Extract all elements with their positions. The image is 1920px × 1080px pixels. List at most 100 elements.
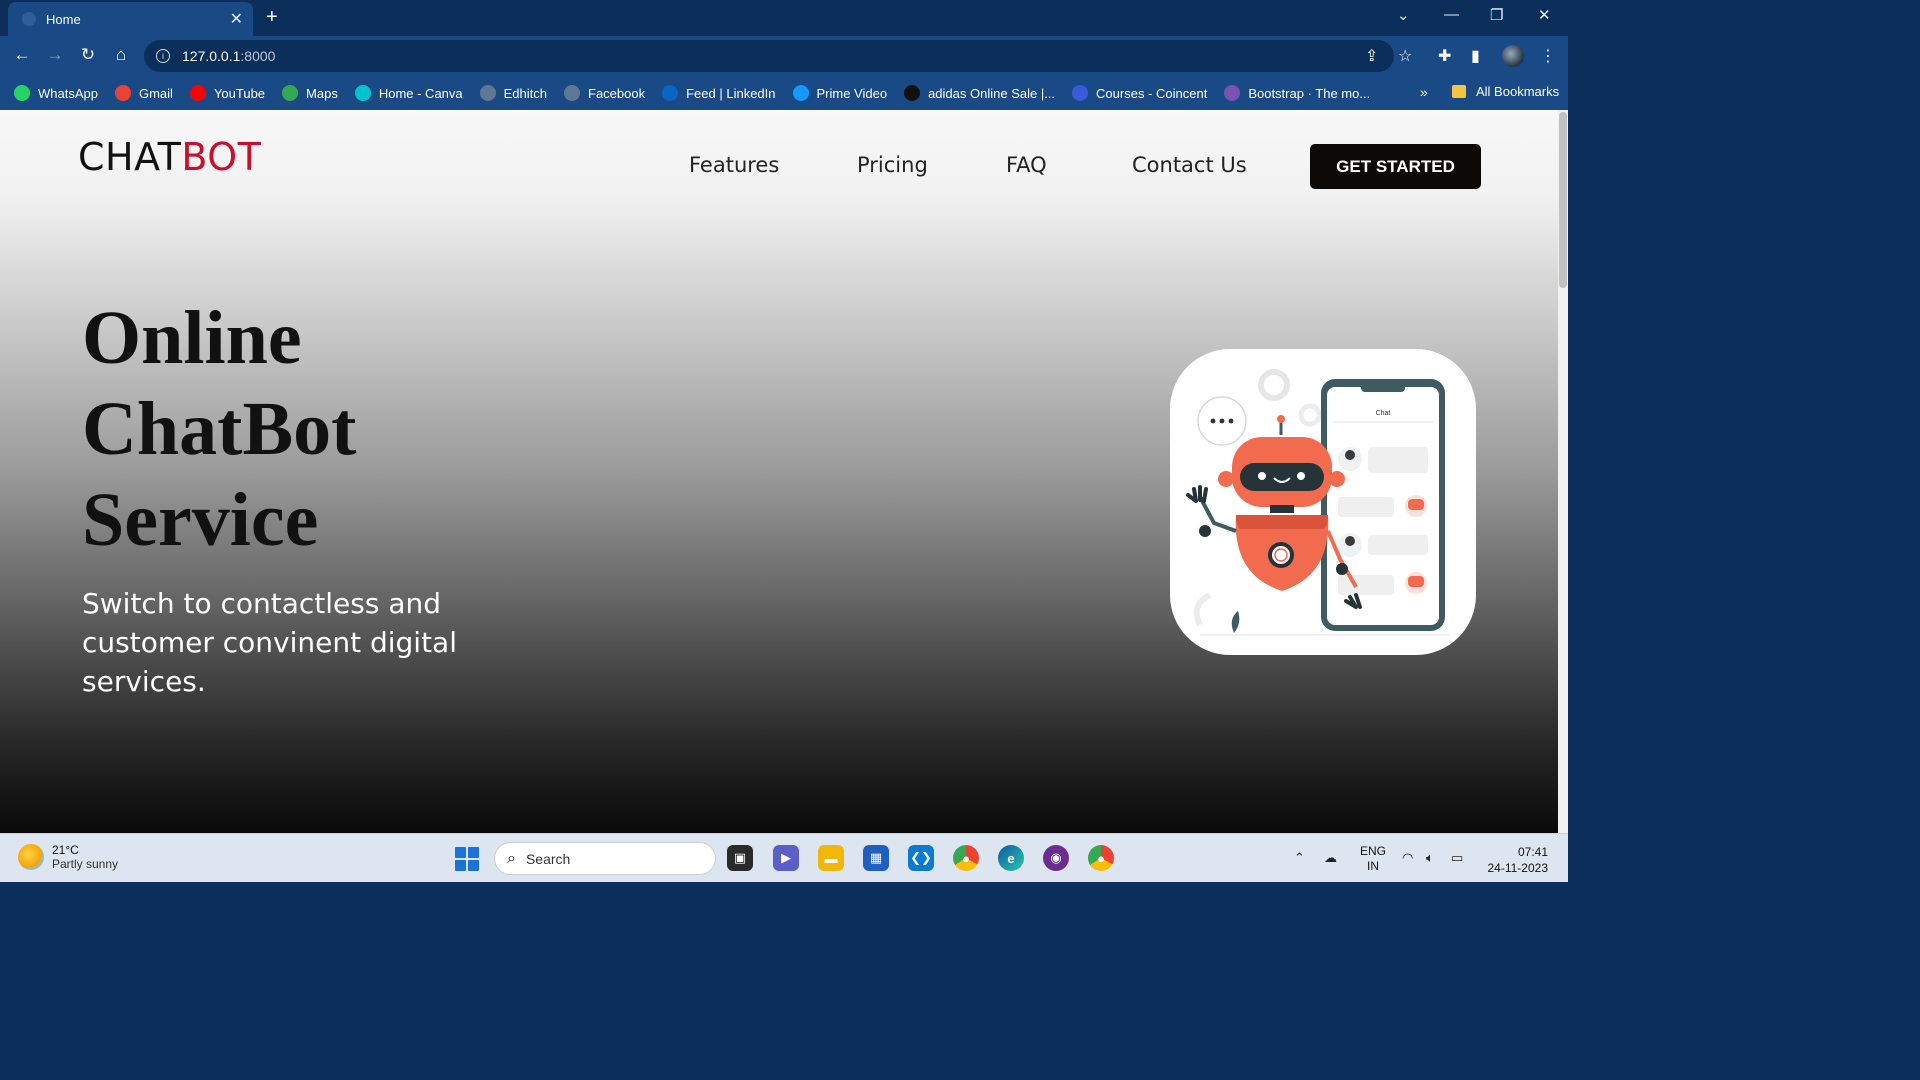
illustration-chat-label: Chat: [1376, 410, 1391, 417]
site-logo[interactable]: CHATBOT: [78, 135, 261, 179]
bookmark-item[interactable]: Prime Video: [792, 85, 888, 101]
weather-widget[interactable]: 21°C Partly sunny: [18, 843, 118, 871]
share-icon[interactable]: ⇪: [1365, 46, 1378, 66]
edge-icon[interactable]: e: [998, 845, 1024, 871]
bookmark-label: YouTube: [213, 85, 266, 101]
reload-icon[interactable]: ↻: [77, 45, 99, 65]
forward-icon[interactable]: →: [44, 45, 66, 65]
language-code: ENG: [1360, 844, 1387, 858]
bookmarks-bar: WhatsApp Gmail YouTube Maps Home - Canva Edhi…: [0, 76, 1568, 110]
bookmark-item[interactable]: WhatsApp: [14, 85, 98, 101]
volume-icon[interactable]: 🔈︎: [1426, 850, 1434, 866]
menu-icon[interactable]: ⋮: [1540, 46, 1556, 66]
coincent-icon: [1072, 85, 1089, 101]
tab-home[interactable]: Home ✕: [8, 2, 253, 36]
bootstrap-icon: [1224, 85, 1241, 101]
task-view-icon[interactable]: ▣: [727, 845, 753, 871]
weather-temperature: 21°C: [52, 843, 79, 857]
nav-features[interactable]: Features: [689, 153, 779, 177]
globe-icon: [479, 85, 496, 101]
bookmark-item[interactable]: Bootstrap · The mo...: [1224, 85, 1370, 101]
wifi-icon[interactable]: ◠: [1402, 850, 1413, 866]
back-icon[interactable]: ←: [11, 45, 33, 65]
page-viewport: CHATBOT Features Pricing FAQ Contact Us …: [0, 110, 1558, 833]
maps-icon: [282, 85, 299, 101]
globe-icon: [564, 85, 581, 101]
hero-subtitle: Switch to contactless and customer convi…: [82, 587, 457, 698]
show-hidden-icons-icon[interactable]: ⌃: [1294, 850, 1305, 866]
bookmark-item[interactable]: Courses - Coincent: [1072, 85, 1207, 101]
nav-contact-us[interactable]: Contact Us: [1132, 153, 1247, 177]
nav-pricing[interactable]: Pricing: [857, 153, 928, 177]
bookmark-item[interactable]: Edhitch: [479, 85, 548, 101]
bookmark-item[interactable]: Home - Canva: [354, 85, 463, 101]
bookmark-item[interactable]: adidas Online Sale |...: [904, 85, 1055, 101]
close-window-button[interactable]: ✕: [1538, 6, 1551, 24]
linkedin-icon: [662, 85, 679, 101]
teams-chat-icon[interactable]: ▶: [773, 845, 799, 871]
scrollbar-thumb[interactable]: [1559, 112, 1567, 288]
bookmark-item[interactable]: Gmail: [114, 85, 173, 101]
bookmark-item[interactable]: Feed | LinkedIn: [662, 85, 776, 101]
chatbot-illustration: Chat: [1170, 349, 1476, 655]
canva-icon: [354, 85, 371, 101]
tab-title: Home: [46, 11, 81, 27]
github-desktop-icon[interactable]: ◉: [1043, 845, 1069, 871]
get-started-button[interactable]: GET STARTED: [1310, 144, 1481, 189]
tab-search-icon[interactable]: ⌄: [1397, 6, 1410, 24]
side-panel-icon[interactable]: ▮: [1471, 46, 1480, 66]
microsoft-store-icon[interactable]: ▦: [863, 845, 889, 871]
bookmark-item[interactable]: YouTube: [189, 85, 266, 101]
all-bookmarks-button[interactable]: All Bookmarks: [1452, 84, 1559, 99]
bookmark-label: Courses - Coincent: [1096, 85, 1208, 101]
logo-text-chat: CHAT: [78, 135, 182, 179]
battery-icon[interactable]: ▭: [1451, 850, 1463, 866]
nav-faq[interactable]: FAQ: [1006, 153, 1047, 177]
bookmark-label: Maps: [306, 85, 338, 101]
bookmark-label: Home - Canva: [378, 85, 463, 101]
clock-time: 07:41: [1517, 845, 1548, 859]
url-host: 127.0.0.1: [182, 48, 241, 64]
hero-title: Online ChatBot Service: [82, 296, 357, 562]
system-clock[interactable]: 07:41 24-11-2023: [1482, 844, 1549, 876]
start-button[interactable]: [455, 847, 479, 871]
bookmark-label: Bootstrap · The mo...: [1248, 85, 1371, 101]
whatsapp-icon: [14, 85, 30, 101]
bookmark-label: Facebook: [588, 85, 646, 101]
taskbar-search-placeholder: Search: [525, 850, 571, 867]
bookmark-label: Gmail: [138, 85, 173, 101]
close-tab-icon[interactable]: ✕: [230, 9, 243, 29]
bookmarks-overflow-button[interactable]: »: [1420, 84, 1428, 100]
bookmark-label: adidas Online Sale |...: [928, 85, 1056, 101]
bookmark-item[interactable]: Facebook: [564, 85, 645, 101]
new-tab-button[interactable]: +: [266, 6, 278, 29]
bookmark-label: Prime Video: [816, 85, 888, 101]
prime-video-icon: [792, 85, 809, 101]
bookmark-label: Feed | LinkedIn: [686, 85, 776, 101]
chrome-profile-icon[interactable]: ●: [1088, 845, 1114, 871]
extensions-icon[interactable]: ✚: [1438, 46, 1451, 66]
bookmark-item[interactable]: Maps: [282, 85, 338, 101]
weather-condition: Partly sunny: [52, 857, 119, 871]
home-icon[interactable]: ⌂: [110, 45, 132, 65]
file-explorer-icon[interactable]: ▬: [818, 845, 844, 871]
onedrive-icon[interactable]: ☁: [1324, 850, 1337, 866]
tab-favicon-icon: [22, 12, 36, 26]
bookmark-label: WhatsApp: [38, 85, 98, 101]
adidas-icon: [904, 85, 921, 101]
site-info-icon[interactable]: i: [156, 49, 170, 63]
language-indicator[interactable]: ENG IN: [1360, 844, 1386, 874]
address-bar[interactable]: i 127.0.0.1:8000: [144, 40, 1394, 72]
youtube-icon: [189, 85, 206, 101]
profile-avatar[interactable]: [1502, 45, 1524, 67]
vscode-icon[interactable]: ❮❯: [908, 845, 934, 871]
gmail-icon: [114, 85, 131, 101]
restore-button[interactable]: ❐: [1490, 6, 1503, 24]
minimize-button[interactable]: —: [1444, 6, 1459, 23]
bookmark-label: Edhitch: [503, 85, 548, 101]
chrome-icon[interactable]: ●: [953, 845, 979, 871]
browser-toolbar: ← → ↻ ⌂ i 127.0.0.1:8000 ⇪ ☆ ✚ ▮ ⋮: [0, 36, 1568, 76]
taskbar-search[interactable]: ⌕ Search: [494, 842, 716, 875]
partly-sunny-icon: [18, 844, 44, 870]
bookmark-star-icon[interactable]: ☆: [1398, 46, 1412, 66]
